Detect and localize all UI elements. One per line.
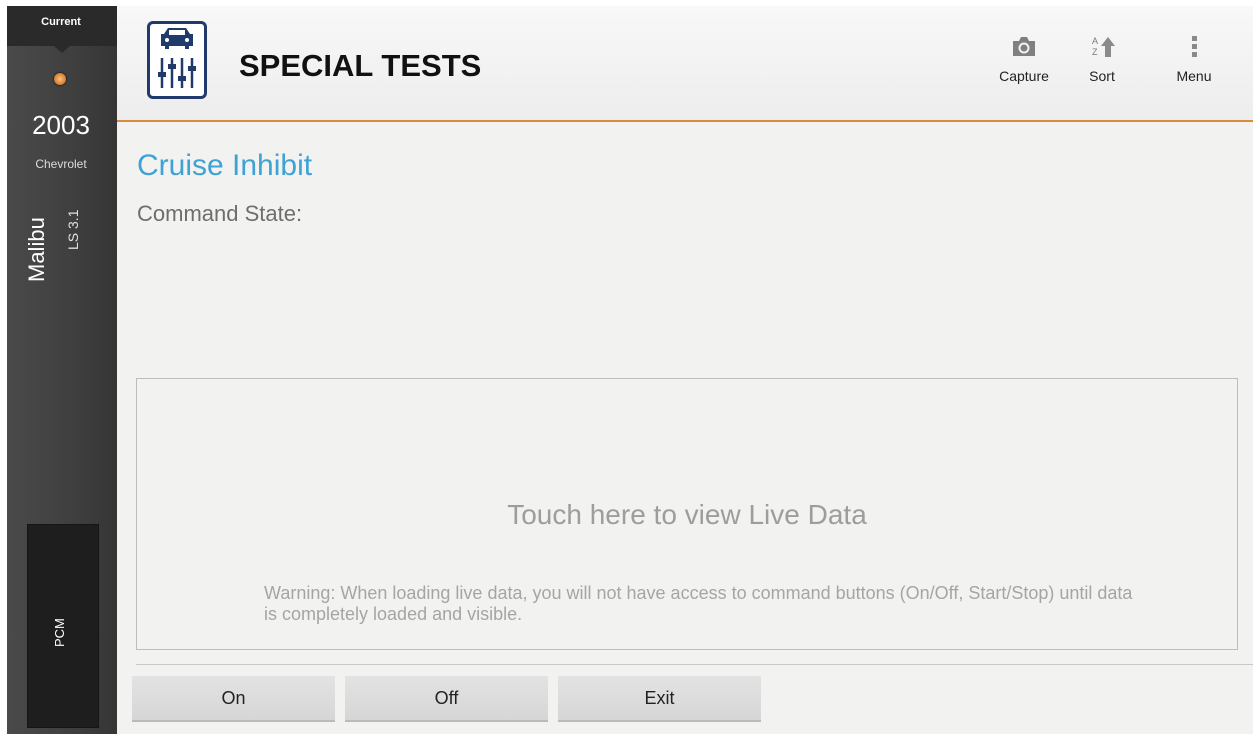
sort-az-icon: A Z bbox=[1077, 34, 1127, 60]
vehicle-sidebar: Current 2003 Chevrolet Malibu LS 3.1 PCM bbox=[7, 6, 117, 734]
current-vehicle-tab[interactable]: Current bbox=[7, 6, 117, 53]
header-bar: SPECIAL TESTS Capture A Z Sort Menu bbox=[117, 6, 1253, 122]
camera-icon bbox=[991, 34, 1057, 60]
exit-button[interactable]: Exit bbox=[558, 676, 761, 722]
live-data-warning: Warning: When loading live data, you wil… bbox=[264, 583, 1133, 624]
svg-text:Z: Z bbox=[1092, 47, 1098, 57]
on-button[interactable]: On bbox=[132, 676, 335, 722]
vehicle-trim: LS 3.1 bbox=[65, 209, 81, 250]
vehicle-year: 2003 bbox=[32, 110, 90, 140]
off-button[interactable]: Off bbox=[345, 676, 548, 722]
car-test-icon bbox=[147, 21, 207, 99]
main-content: Cruise Inhibit Command State: Touch here… bbox=[117, 122, 1253, 734]
capture-button[interactable]: Capture bbox=[991, 34, 1057, 84]
module-label: PCM bbox=[52, 618, 67, 647]
test-name: Cruise Inhibit bbox=[137, 149, 313, 182]
menu-label: Menu bbox=[1176, 68, 1212, 84]
divider bbox=[136, 664, 1253, 665]
svg-text:A: A bbox=[1092, 36, 1098, 46]
current-label: Current bbox=[41, 16, 81, 28]
module-selector[interactable]: PCM bbox=[27, 524, 99, 728]
live-data-prompt: Touch here to view Live Data bbox=[507, 499, 867, 530]
overflow-menu-icon bbox=[1167, 34, 1221, 60]
sort-label: Sort bbox=[1089, 68, 1115, 84]
vehicle-model: Malibu bbox=[24, 217, 49, 282]
sort-button[interactable]: A Z Sort bbox=[1077, 34, 1127, 84]
page-title: SPECIAL TESTS bbox=[239, 48, 482, 83]
live-data-panel[interactable]: Touch here to view Live Data Warning: Wh… bbox=[136, 378, 1238, 650]
connection-status-icon bbox=[54, 73, 66, 85]
capture-label: Capture bbox=[999, 68, 1049, 84]
menu-button[interactable]: Menu bbox=[1167, 34, 1221, 84]
command-state-label: Command State: bbox=[137, 201, 303, 226]
vehicle-make: Chevrolet bbox=[35, 157, 87, 171]
